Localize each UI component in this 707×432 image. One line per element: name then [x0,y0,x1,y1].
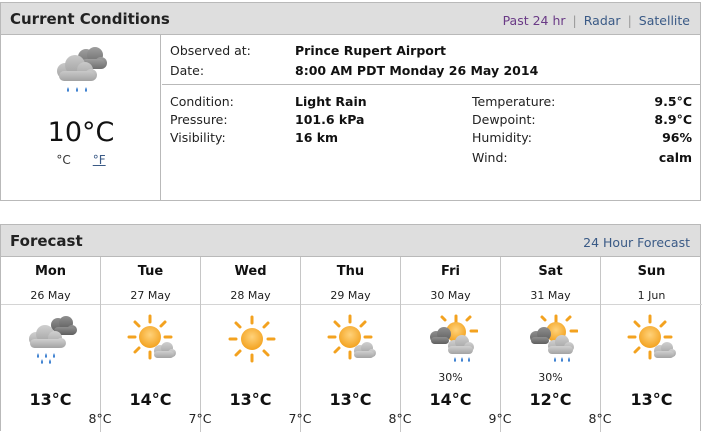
day-high: 12°C [529,390,572,409]
day-name: Mon [34,264,67,279]
day-name: Thu [336,264,365,279]
day-date: 27 May [130,289,171,302]
day-date: 28 May [230,289,271,302]
day-date: 31 May [530,289,571,302]
day-date: 29 May [330,289,371,302]
forecast-day[interactable]: Wed 28 May 13°C [201,257,301,432]
temperature-value: 9.5°C [654,94,692,109]
forecast-day[interactable]: Fri 30 May 30% 14°C [401,257,501,432]
current-conditions-header: Current Conditions Past 24 hr | Radar | Sate… [1,3,700,35]
forecast-header: Forecast 24 Hour Forecast [1,225,700,257]
sun-icon [226,313,278,365]
day-date: 30 May [430,289,471,302]
sun-cloud-icon [126,313,178,365]
day-divider [501,304,600,305]
dewpoint-label: Dewpoint: [472,112,536,127]
observed-value: Prince Rupert Airport [295,43,446,58]
sun-cloud-rain-icon [426,313,479,365]
day-high: 13°C [29,390,72,409]
day-divider [201,304,300,305]
dewpoint-value: 8.9°C [654,112,692,127]
day-high: 13°C [329,390,372,409]
current-conditions-panel: Current Conditions Past 24 hr | Radar | Sate… [0,2,701,201]
sun-cloud-rain-icon [526,313,579,365]
day-divider [101,304,200,305]
day-high: 13°C [229,390,272,409]
wind-value: calm [658,150,692,165]
forecast-day[interactable]: Thu 29 May 13°C [301,257,401,432]
sun-cloud-icon [326,313,378,365]
night-low: 9°C [488,411,512,426]
day-divider [401,304,500,305]
current-summary: 10°C °C °F [1,35,161,200]
current-conditions-links: Past 24 hr | Radar | Satellite [502,13,690,28]
forecast-day[interactable]: Sat 31 May 30% 12°C [501,257,601,432]
pressure-label: Pressure: [170,112,228,127]
humidity-value: 96% [662,130,692,145]
day-high: 13°C [630,390,673,409]
condition-label: Condition: [170,94,234,109]
forecast-day[interactable]: Sun 1 Jun 13°C [601,257,702,432]
pressure-value: 101.6 kPa [295,112,365,127]
day-divider [1,304,100,305]
visibility-value: 16 km [295,130,339,145]
precipitation-chance: 30% [438,371,463,384]
precipitation-chance: 30% [538,371,563,384]
night-low: 8°C [88,411,112,426]
night-low: 7°C [288,411,312,426]
forecast-panel: Forecast 24 Hour Forecast Mon 26 May 13°C T… [0,224,702,432]
visibility-label: Visibility: [170,130,226,145]
unit-celsius: °C [56,153,71,167]
forecast-day[interactable]: Mon 26 May 13°C [1,257,101,432]
day-high: 14°C [129,390,172,409]
satellite-link[interactable]: Satellite [639,13,690,28]
light-rain-icon [57,47,107,92]
day-divider [601,304,702,305]
day-name: Sat [538,264,563,279]
radar-link[interactable]: Radar [584,13,621,28]
rain-icon [26,313,78,365]
date-label: Date: [170,63,205,78]
forecast-links: 24 Hour Forecast [583,235,690,250]
forecast-day[interactable]: Tue 27 May 14°C [101,257,201,432]
current-conditions-title: Current Conditions [10,10,170,28]
current-details: Observed at: Prince Rupert Airport Date:… [162,35,700,200]
current-temperature: 10°C [47,117,115,148]
wind-label: Wind: [472,150,508,165]
night-low: 7°C [188,411,212,426]
night-low: 8°C [588,411,612,426]
unit-fahrenheit-link[interactable]: °F [93,153,106,167]
day-date: 26 May [30,289,71,302]
night-low: 8°C [388,411,412,426]
observed-label: Observed at: [170,43,251,58]
day-divider [301,304,400,305]
condition-value: Light Rain [295,94,367,109]
past-24hr-link[interactable]: Past 24 hr [503,13,566,28]
day-name: Sun [637,264,666,279]
forecast-title: Forecast [10,232,83,250]
forecast-days: Mon 26 May 13°C Tue 27 May 14°C Wed 28 May 13°C T… [1,257,702,432]
sun-cloud-icon [626,313,678,365]
humidity-label: Humidity: [472,130,532,145]
temperature-label: Temperature: [472,94,556,109]
24-hour-forecast-link[interactable]: 24 Hour Forecast [583,235,690,250]
day-name: Fri [441,264,460,279]
day-name: Tue [137,264,164,279]
date-value: 8:00 AM PDT Monday 26 May 2014 [295,63,539,78]
details-divider [162,84,700,85]
day-date: 1 Jun [637,289,666,302]
day-high: 14°C [429,390,472,409]
unit-switch: °C °F [1,153,161,167]
day-name: Wed [234,264,267,279]
